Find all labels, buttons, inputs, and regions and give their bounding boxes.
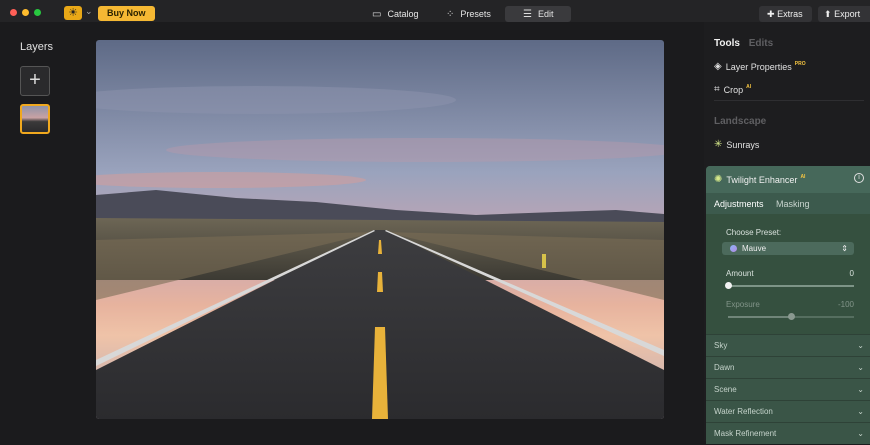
chevron-down-icon: ⌄ bbox=[857, 385, 864, 394]
add-layer-button[interactable]: + bbox=[20, 66, 50, 96]
road-photo bbox=[96, 40, 664, 419]
section-row[interactable]: Scene ⌄ bbox=[706, 378, 870, 400]
amount-value: 0 bbox=[849, 269, 854, 278]
export-label: Export bbox=[834, 9, 861, 19]
tool-crop[interactable]: ⌗ Crop AI bbox=[714, 83, 752, 96]
extras-label: Extras bbox=[777, 9, 803, 19]
close-window-button[interactable] bbox=[10, 9, 17, 16]
section-row[interactable]: Dawn ⌄ bbox=[706, 356, 870, 378]
tool-layer-properties[interactable]: ◈ Layer Properties PRO bbox=[714, 60, 806, 73]
panel-divider bbox=[714, 100, 864, 101]
preset-select[interactable]: Mauve ⇕ bbox=[722, 242, 854, 255]
exposure-slider[interactable] bbox=[728, 313, 854, 320]
updown-chevron-icon: ⇕ bbox=[841, 244, 848, 253]
crop-icon: ⌗ bbox=[714, 84, 720, 95]
exposure-label: Exposure bbox=[726, 300, 760, 309]
layers-stack-icon: ◈ bbox=[714, 61, 722, 72]
preset-value: Mauve bbox=[742, 244, 767, 253]
panel-tabs: Tools Edits bbox=[714, 38, 773, 49]
chevron-down-icon[interactable]: ⌄ bbox=[85, 6, 93, 17]
chevron-down-icon: ⌄ bbox=[857, 341, 864, 350]
presets-label: Presets bbox=[460, 9, 491, 19]
app-sun-icon[interactable]: ☀ bbox=[64, 6, 82, 20]
layer-properties-label: Layer Properties bbox=[725, 61, 792, 72]
layers-title: Layers bbox=[20, 41, 54, 53]
chevron-down-icon: ⌄ bbox=[857, 429, 864, 438]
section-row[interactable]: Sky ⌄ bbox=[706, 334, 870, 356]
section-row-label: Scene bbox=[714, 385, 737, 394]
section-row-label: Mask Refinement bbox=[714, 429, 777, 438]
section-row-label: Sky bbox=[714, 341, 728, 350]
sunrays-label: Sunrays bbox=[726, 139, 760, 150]
tab-tools[interactable]: Tools bbox=[714, 38, 740, 49]
edit-tab[interactable]: ☰ Edit bbox=[505, 6, 571, 22]
catalog-label: Catalog bbox=[387, 9, 419, 19]
catalog-icon: ▭ bbox=[372, 8, 382, 20]
catalog-tab[interactable]: ▭ Catalog bbox=[372, 6, 418, 22]
sunrays-icon: ✳ bbox=[714, 139, 723, 150]
section-row-label: Dawn bbox=[714, 363, 735, 372]
info-icon[interactable]: i bbox=[854, 173, 864, 183]
amount-slider[interactable] bbox=[725, 282, 854, 289]
chevron-down-icon: ⌄ bbox=[857, 407, 864, 416]
layer-thumbnail[interactable] bbox=[20, 104, 50, 134]
twilight-icon: ✺ bbox=[714, 174, 723, 185]
edit-label: Edit bbox=[537, 9, 554, 19]
enhancer-header[interactable]: ✺ Twilight Enhancer AI i bbox=[706, 166, 870, 193]
preset-swatch-icon bbox=[730, 245, 737, 252]
section-landscape: Landscape bbox=[714, 116, 767, 127]
exposure-value: -100 bbox=[837, 300, 854, 309]
choose-preset-label: Choose Preset: bbox=[726, 228, 782, 237]
exposure-slider-knob[interactable] bbox=[788, 313, 795, 320]
extras-button[interactable]: ✚ Extras bbox=[759, 6, 812, 22]
enhancer-subtabs: Adjustments Masking bbox=[714, 199, 810, 209]
enhancer-adjustments: Choose Preset: Mauve ⇕ Amount 0 Exposure… bbox=[706, 214, 870, 334]
twilight-enhancer-panel: ✺ Twilight Enhancer AI i Adjustments Mas… bbox=[706, 166, 870, 444]
section-row-label: Water Reflection bbox=[714, 407, 773, 416]
enhancer-title-label: Twilight Enhancer bbox=[726, 174, 798, 185]
tab-edits[interactable]: Edits bbox=[749, 38, 773, 49]
enhancer-title: ✺ Twilight Enhancer AI bbox=[714, 173, 806, 186]
tool-sunrays[interactable]: ✳ Sunrays bbox=[714, 139, 759, 150]
photo-canvas[interactable] bbox=[96, 40, 664, 419]
puzzle-icon: ✚ bbox=[767, 9, 775, 19]
section-row[interactable]: Water Reflection ⌄ bbox=[706, 400, 870, 422]
pro-badge: PRO bbox=[794, 60, 806, 67]
export-icon: ⬆ bbox=[824, 9, 832, 19]
buy-now-button[interactable]: Buy Now bbox=[98, 6, 155, 21]
zoom-window-button[interactable] bbox=[34, 9, 41, 16]
tab-adjustments[interactable]: Adjustments bbox=[714, 199, 764, 209]
amount-label: Amount bbox=[726, 269, 754, 278]
exposure-slider-fill bbox=[728, 316, 791, 318]
edit-sliders-icon: ☰ bbox=[523, 8, 532, 20]
ai-badge: AI bbox=[746, 83, 752, 90]
crop-label: Crop bbox=[723, 84, 744, 95]
amount-slider-knob[interactable] bbox=[725, 282, 732, 289]
chevron-down-icon: ⌄ bbox=[857, 363, 864, 372]
export-button[interactable]: ⬆ Export bbox=[818, 6, 870, 22]
minimize-window-button[interactable] bbox=[22, 9, 29, 16]
presets-tab[interactable]: ⁘ Presets bbox=[446, 6, 491, 22]
ai-badge: AI bbox=[800, 173, 806, 180]
tab-masking[interactable]: Masking bbox=[776, 199, 810, 209]
presets-icon: ⁘ bbox=[446, 8, 455, 20]
